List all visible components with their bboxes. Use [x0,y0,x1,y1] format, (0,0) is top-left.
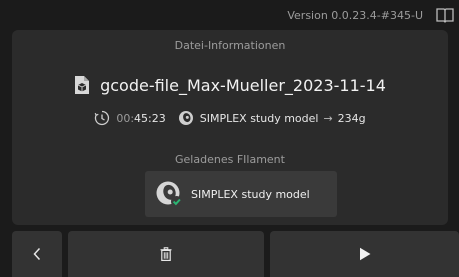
arrow-right-icon: → [323,111,333,125]
status-bar: Version 0.0.23.4-#345-U [0,0,459,30]
loaded-filament-name: SIMPLEX study model [191,187,310,201]
book-icon[interactable] [435,7,455,23]
material-weight: 234g [337,111,366,125]
file-name: gcode-file_Max-Mueller_2023-11-14 [100,75,386,95]
print-time-minutes: 45:23 [134,111,166,125]
filament-spool-icon [178,111,193,125]
trash-icon [160,247,172,261]
loaded-filament-title: Geladenes FIlament [175,153,285,166]
loaded-filament-card[interactable]: SIMPLEX study model [145,171,337,217]
delete-button[interactable] [68,231,264,277]
print-time-hours: 00: [116,111,135,125]
clock-icon [94,110,110,126]
file-info-panel: Datei-Informationen gcode-file_Max-Muell… [12,30,448,225]
play-icon [359,247,370,261]
start-print-button[interactable] [270,231,459,277]
file-cube-icon [75,76,90,94]
version-label: Version 0.0.23.4-#345-U [287,9,423,22]
filament-check-icon [156,181,182,207]
file-meta-row: 00: 45:23 SIMPLEX study model → 234g [12,110,448,126]
file-row: gcode-file_Max-Mueller_2023-11-14 [12,75,448,95]
file-info-title: Datei-Informationen [174,39,286,52]
material-name: SIMPLEX study model [199,111,319,125]
back-button[interactable] [12,231,62,277]
chevron-left-icon [33,247,41,261]
